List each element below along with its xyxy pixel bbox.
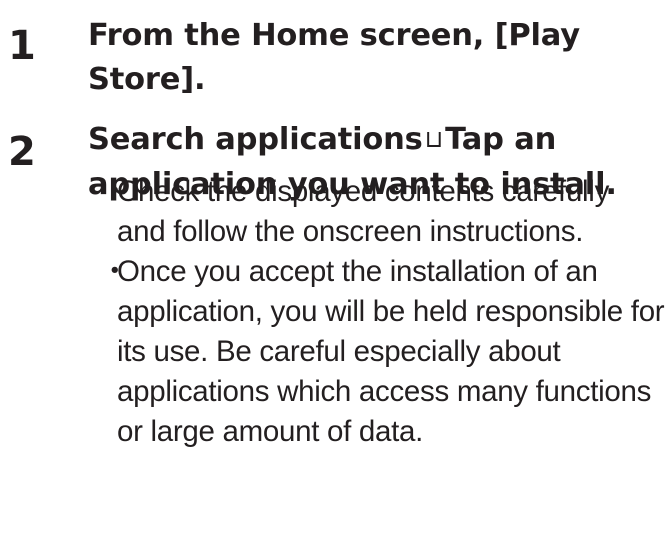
note-item: ・ Once you accept the installation of an… <box>100 252 665 452</box>
bullet-icon: ・ <box>100 255 130 288</box>
step-number: 2 <box>8 129 36 175</box>
bullet-icon: ・ <box>100 175 130 208</box>
note-text: Check the displayed contents carefully a… <box>117 175 610 248</box>
step-title-part: Search applications <box>88 122 423 157</box>
step-separator: ⊔ <box>424 125 444 153</box>
note-item: ・ Check the displayed contents carefully… <box>100 172 665 252</box>
step-title: From the Home screen, [Play Store]. <box>88 18 580 97</box>
notes-list: ・ Check the displayed contents carefully… <box>100 172 665 452</box>
note-text: Once you accept the installation of an a… <box>117 255 665 448</box>
step-number: 1 <box>8 23 36 69</box>
